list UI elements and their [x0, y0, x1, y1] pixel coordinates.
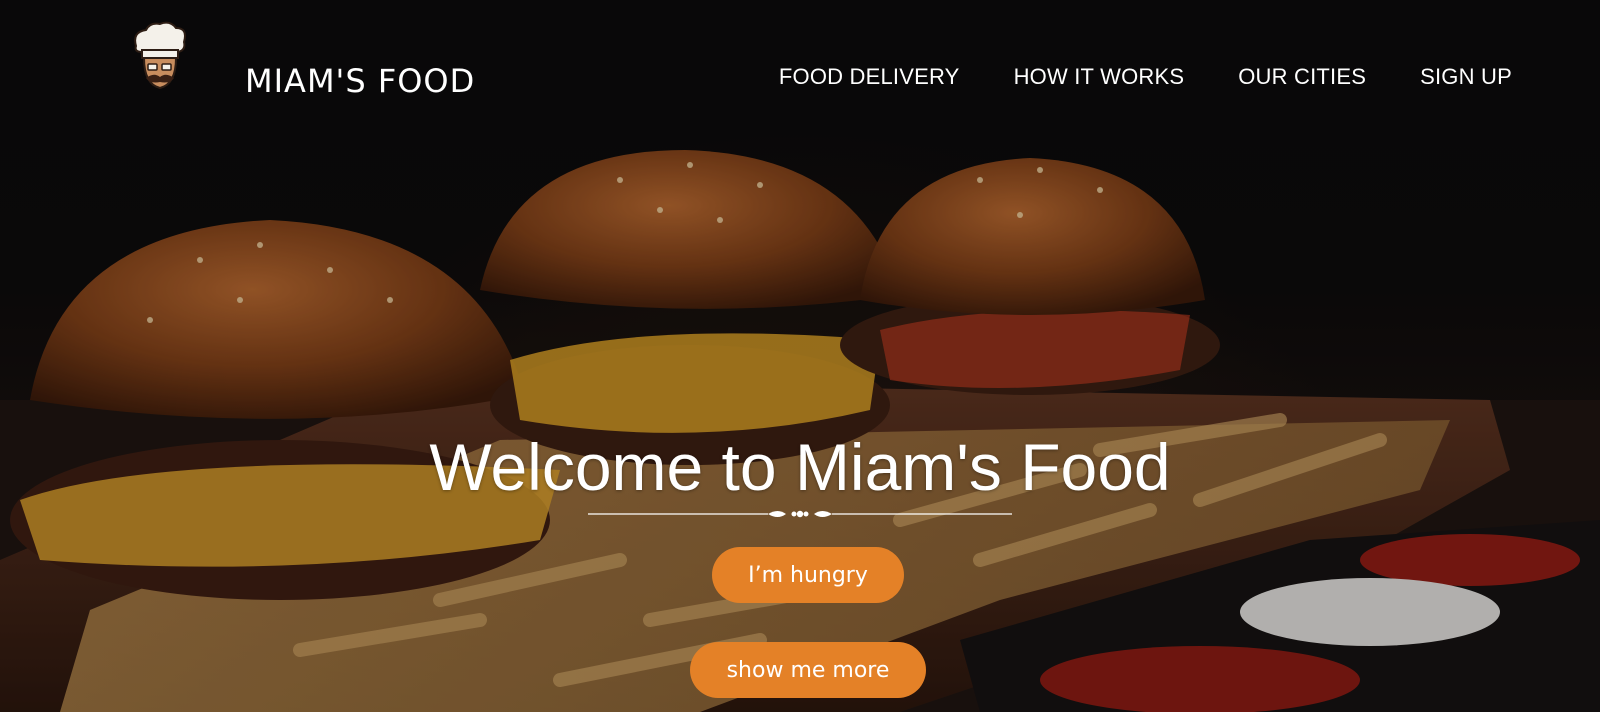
show-me-more-button[interactable]: show me more	[690, 642, 926, 698]
hero-dark-overlay	[0, 0, 1600, 712]
chef-mascot-icon[interactable]	[126, 20, 192, 94]
im-hungry-button[interactable]: I’m hungry	[712, 547, 904, 603]
nav-item-our-cities[interactable]: OUR CITIES	[1238, 64, 1366, 90]
nav-item-how-it-works[interactable]: HOW IT WORKS	[1014, 64, 1185, 90]
main-nav: FOOD DELIVERY HOW IT WORKS OUR CITIES SI…	[779, 64, 1512, 90]
hero-section: MIAM'S FOOD FOOD DELIVERY HOW IT WORKS O…	[0, 0, 1600, 712]
nav-item-sign-up[interactable]: SIGN UP	[1420, 64, 1512, 90]
ornamental-divider-icon	[588, 510, 1012, 518]
brand-name[interactable]: MIAM'S FOOD	[245, 62, 475, 100]
hero-title: Welcome to Miam's Food	[429, 430, 1171, 504]
nav-item-food-delivery[interactable]: FOOD DELIVERY	[779, 64, 960, 90]
